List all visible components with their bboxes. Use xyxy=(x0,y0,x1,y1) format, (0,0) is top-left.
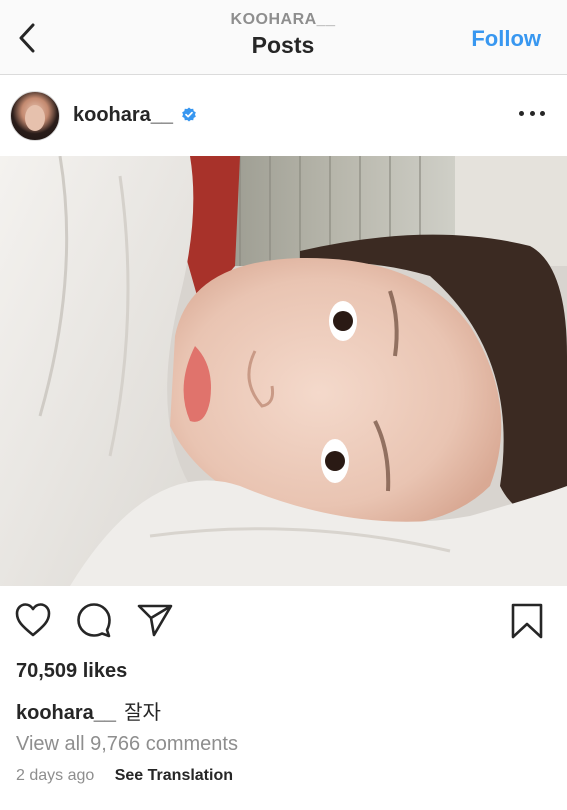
header-username: KOOHARA__ xyxy=(230,11,336,28)
post-author-name[interactable]: koohara__ xyxy=(73,104,173,127)
avatar-face xyxy=(25,105,45,131)
caption-text: 잘자 xyxy=(124,702,161,724)
more-options-button[interactable] xyxy=(519,103,545,123)
more-dot xyxy=(540,110,545,116)
follow-button[interactable]: Follow xyxy=(471,26,541,52)
heart-icon[interactable] xyxy=(14,602,52,638)
view-comments-link[interactable]: View all 9,766 comments xyxy=(16,733,238,756)
send-icon[interactable] xyxy=(136,602,174,638)
bookmark-icon[interactable] xyxy=(510,602,544,640)
comment-icon[interactable] xyxy=(76,602,112,638)
post-caption: koohara__ 잘자 xyxy=(16,696,161,725)
post-actions xyxy=(0,596,567,648)
caption-username[interactable]: koohara__ xyxy=(16,702,116,724)
top-bar: KOOHARA__ Posts Follow xyxy=(0,0,567,75)
header-title-block: KOOHARA__ Posts xyxy=(183,10,383,60)
more-dot xyxy=(529,110,535,116)
back-button[interactable] xyxy=(10,18,44,58)
page-title: Posts xyxy=(251,32,315,58)
likes-count[interactable]: 70,509 likes xyxy=(16,660,127,683)
verified-badge-icon xyxy=(182,107,196,122)
post-timestamp: 2 days ago xyxy=(16,767,95,784)
avatar[interactable] xyxy=(10,91,60,141)
post-photo-image xyxy=(0,156,567,586)
chevron-left-icon xyxy=(19,23,35,53)
see-translation-link[interactable]: See Translation xyxy=(115,767,233,784)
post-photo[interactable] xyxy=(0,156,567,586)
post-header: koohara__ xyxy=(0,75,567,155)
post-footer: 2 days ago See Translation xyxy=(16,767,233,785)
more-dot xyxy=(519,110,524,116)
